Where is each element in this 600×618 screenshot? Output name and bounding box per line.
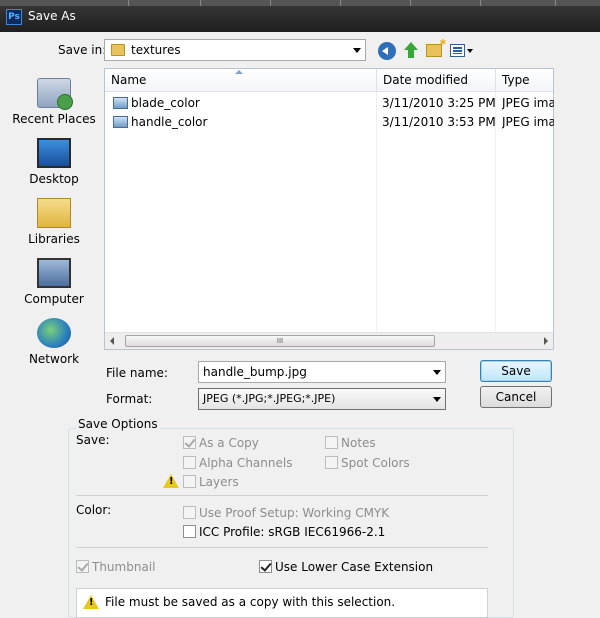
options-divider (76, 547, 488, 548)
file-list: Name Date modified Type blade_color 3/11… (104, 68, 554, 350)
cancel-button[interactable]: Cancel (480, 386, 552, 408)
layers-checkbox[interactable] (183, 475, 196, 488)
alpha-channels-label: Alpha Channels (199, 456, 293, 470)
column-header-label: Name (111, 73, 147, 87)
file-name: blade_color (131, 96, 200, 110)
format-label: Format: (106, 392, 153, 406)
back-icon[interactable] (378, 42, 396, 60)
thumbnail-label: Thumbnail (92, 560, 156, 574)
file-type: JPEG image (502, 96, 554, 110)
image-file-icon (113, 116, 128, 128)
network-icon (37, 318, 71, 348)
computer-icon (37, 258, 71, 288)
as-a-copy-checkbox[interactable] (183, 436, 196, 449)
horizontal-scrollbar[interactable]: III (105, 332, 553, 349)
place-label: Libraries (28, 232, 80, 246)
place-label: Computer (24, 292, 84, 306)
place-label: Network (28, 352, 80, 366)
save-in-label: Save in: (58, 43, 107, 57)
use-proof-setup-label: Use Proof Setup: Working CMYK (199, 506, 390, 520)
file-type: JPEG image (502, 115, 554, 129)
place-computer[interactable]: Computer (8, 258, 100, 306)
sort-ascending-icon (235, 70, 243, 74)
place-desktop[interactable]: Desktop (8, 138, 100, 186)
options-divider (76, 495, 488, 496)
as-a-copy-label: As a Copy (199, 436, 259, 450)
notes-checkbox[interactable] (325, 436, 338, 449)
icc-profile-label: ICC Profile: sRGB IEC61966-2.1 (199, 525, 386, 539)
color-label: Color: (76, 503, 112, 517)
recent-places-icon (37, 78, 73, 110)
view-menu-arrow-icon[interactable] (467, 49, 473, 53)
chevron-down-icon (353, 48, 361, 53)
background-ruler (0, 0, 600, 6)
save-options-title: Save Options (76, 417, 160, 431)
place-network[interactable]: Network (8, 318, 100, 366)
up-one-level-icon[interactable] (402, 42, 420, 60)
chevron-down-icon (433, 397, 441, 402)
scroll-right-icon[interactable] (544, 337, 548, 345)
file-name: handle_color (131, 115, 208, 129)
save-button[interactable]: Save (480, 360, 552, 382)
place-recent-places[interactable]: Recent Places (8, 78, 100, 126)
save-label: Save: (76, 433, 110, 447)
save-in-dropdown[interactable]: textures (104, 39, 366, 61)
file-row[interactable]: blade_color 3/11/2010 3:25 PM JPEG image (105, 94, 554, 113)
layers-label: Layers (199, 475, 239, 489)
file-date: 3/11/2010 3:25 PM (382, 96, 496, 110)
photoshop-app-icon: Ps (6, 9, 22, 25)
use-proof-setup-checkbox[interactable] (183, 506, 196, 519)
column-header-type[interactable]: Type (496, 69, 553, 92)
notes-label: Notes (341, 436, 376, 450)
warning-icon (163, 474, 179, 488)
thumbnail-checkbox[interactable] (76, 560, 89, 573)
spot-colors-checkbox[interactable] (325, 456, 338, 469)
title-bar[interactable]: Ps Save As (0, 0, 600, 32)
file-name-label: File name: (106, 366, 168, 380)
column-header-label: Type (502, 73, 530, 87)
format-value: JPEG (*.JPG;*.JPEG;*.JPE) (203, 392, 336, 405)
lower-case-extension-checkbox[interactable] (259, 560, 272, 573)
place-label: Desktop (29, 172, 79, 186)
save-as-dialog: Save in: textures Recent Places Desktop … (0, 32, 600, 618)
view-menu-icon[interactable] (450, 44, 465, 57)
new-folder-icon[interactable] (426, 37, 446, 57)
desktop-icon (37, 138, 71, 168)
icc-profile-checkbox[interactable] (183, 525, 196, 538)
file-name-input[interactable] (199, 362, 445, 382)
file-name-field[interactable] (198, 361, 446, 383)
column-header-date[interactable]: Date modified (377, 69, 496, 92)
warning-icon (83, 595, 99, 609)
alpha-channels-checkbox[interactable] (183, 456, 196, 469)
scroll-left-icon[interactable] (110, 337, 114, 345)
chevron-down-icon[interactable] (433, 370, 441, 375)
spot-colors-label: Spot Colors (341, 456, 410, 470)
warning-box: File must be saved as a copy with this s… (76, 588, 488, 618)
lower-case-extension-label: Use Lower Case Extension (275, 560, 434, 574)
window-title: Save As (28, 9, 76, 23)
scrollbar-thumb[interactable]: III (125, 335, 435, 347)
folder-icon (111, 44, 125, 56)
warning-text: File must be saved as a copy with this s… (105, 595, 396, 609)
libraries-icon (37, 198, 71, 228)
save-in-value: textures (131, 43, 181, 57)
place-label: Recent Places (12, 112, 96, 126)
file-date: 3/11/2010 3:53 PM (382, 115, 496, 129)
column-header-name[interactable]: Name (105, 69, 377, 92)
place-libraries[interactable]: Libraries (8, 198, 100, 246)
format-select[interactable]: JPEG (*.JPG;*.JPEG;*.JPE) (198, 388, 446, 410)
column-header-label: Date modified (383, 73, 469, 87)
image-file-icon (113, 97, 128, 109)
file-row[interactable]: handle_color 3/11/2010 3:53 PM JPEG imag… (105, 113, 554, 132)
